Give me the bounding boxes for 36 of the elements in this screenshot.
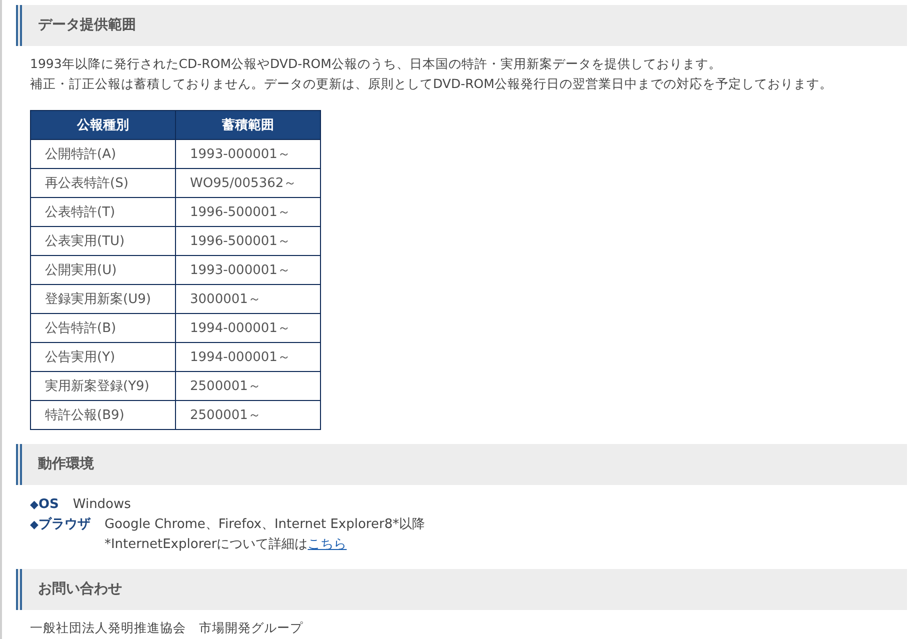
item-value: Google Chrome、Firefox、Internet Explorer8*以降 — [104, 516, 426, 534]
table-cell: 1993-000001～ — [176, 140, 320, 168]
table-cell: 再公表特許(S) — [30, 168, 176, 198]
item-value: *InternetExplorerについて詳細は — [104, 537, 308, 552]
table-cell: 3000001～ — [176, 284, 320, 314]
table-cell: 公表特許(T) — [30, 198, 176, 226]
table-cell: 1996-500001～ — [176, 226, 320, 256]
table-cell: 1994-000001～ — [176, 342, 320, 372]
table-cell: 1996-500001～ — [176, 198, 320, 226]
table-cell: 公開特許(A) — [30, 140, 176, 168]
table-cell: 2500001～ — [176, 372, 320, 400]
section-heading: 動作環境 — [16, 444, 907, 485]
table-cell: WO95/005362～ — [176, 168, 320, 198]
item-label: OS — [38, 496, 59, 514]
table-cell: 公告実用(Y) — [30, 342, 176, 372]
contact-text: 一般社団法人発明推進協会 市場開発グループ — [30, 619, 304, 637]
item-value: Windows — [72, 496, 131, 514]
column-header: 蓄積範囲 — [176, 110, 320, 140]
table-cell: 1993-000001～ — [176, 256, 320, 284]
detail-link[interactable]: こちら — [308, 537, 347, 552]
item-label: ブラウザ — [38, 516, 90, 534]
table-cell: 1994-000001～ — [176, 314, 320, 342]
diamond-icon: ◆ — [30, 515, 38, 555]
diamond-icon: ◆ — [30, 495, 38, 515]
description-text: 補正・訂正公報は蓄積しておりません。データの更新は、原則としてDVD-ROM公報発行日の翌営業日中までの対応を予定しております。 — [30, 75, 834, 93]
table-cell: 特許公報(B9) — [30, 400, 176, 430]
description-text: 1993年以降に発行されたCD-ROM公報やDVD-ROM公報のうち、日本国の特許・実用新案データを提供しております。 — [30, 55, 722, 73]
table-cell: 公開実用(U) — [30, 256, 176, 284]
table-cell: 登録実用新案(U9) — [30, 284, 176, 314]
table-cell: 公告特許(B) — [30, 314, 176, 342]
section-heading: データ提供範囲 — [16, 5, 907, 46]
table-cell: 実用新案登録(Y9) — [30, 372, 176, 400]
table-cell: 2500001～ — [176, 400, 320, 430]
table-cell: 公表実用(TU) — [30, 226, 176, 256]
column-header: 公報種別 — [30, 110, 176, 140]
section-heading: お問い合わせ — [16, 569, 907, 610]
